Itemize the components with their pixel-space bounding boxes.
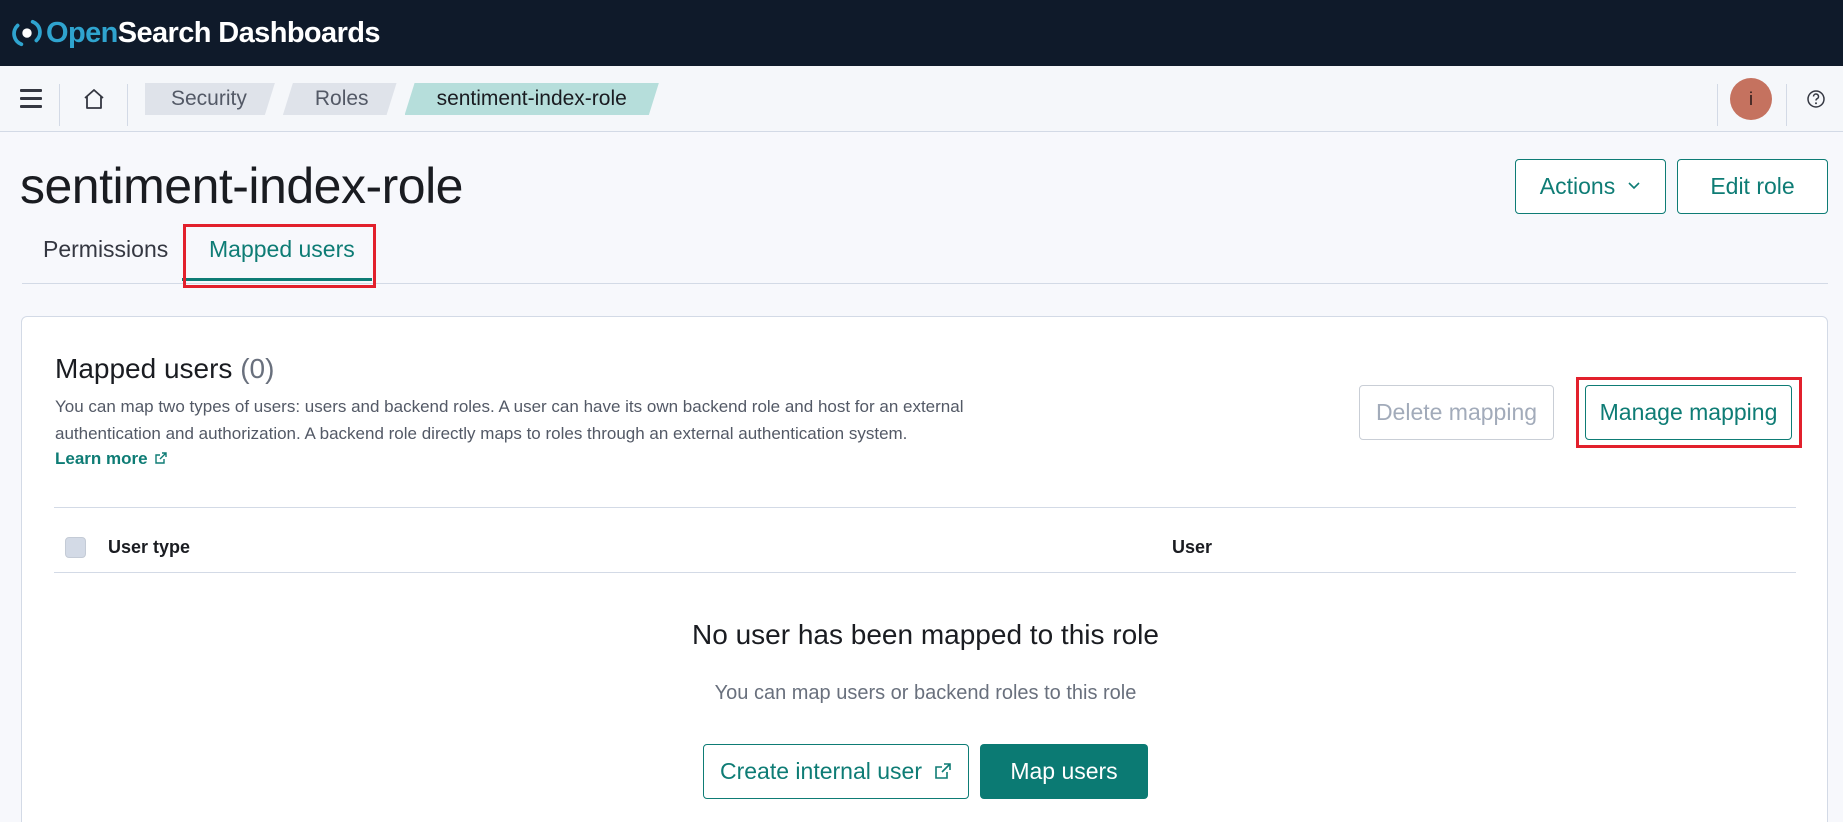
actions-label: Actions [1539, 173, 1616, 199]
nav-divider [59, 84, 60, 126]
app-header: OpenSearch Dashboards [0, 0, 1843, 66]
panel-description: You can map two types of users: users an… [55, 393, 975, 447]
external-link-icon [154, 452, 167, 464]
logo-text-rest: Search Dashboards [117, 16, 381, 49]
tab-bar: Permissions Mapped users [22, 226, 1828, 284]
active-tab-indicator [182, 278, 372, 281]
tab-permissions[interactable]: Permissions [43, 236, 168, 263]
breadcrumb-roles[interactable]: Roles [283, 83, 397, 115]
panel-description-line: You can map two types of users: users an… [55, 397, 964, 416]
breadcrumb: Security Roles sentiment-index-role [145, 83, 667, 115]
breadcrumb-current-role: sentiment-index-role [405, 83, 659, 115]
panel-title-text: Mapped users [55, 353, 233, 384]
opensearch-logo-icon [12, 19, 42, 47]
nav-divider [1717, 84, 1718, 126]
external-link-icon [935, 763, 951, 779]
logo-text-open: Open [46, 16, 118, 49]
empty-state-subtitle: You can map users or backend roles to th… [714, 682, 1137, 704]
learn-more-label: Learn more [55, 449, 148, 468]
page-title: sentiment-index-role [20, 158, 463, 214]
empty-state-title: No user has been mapped to this role [692, 619, 1159, 650]
actions-button[interactable]: Actions [1515, 159, 1666, 214]
logo-text: OpenSearch Dashboards [46, 16, 381, 50]
column-header-user-type[interactable]: User type [108, 537, 190, 558]
table-divider [54, 507, 1796, 508]
nav-divider [1786, 84, 1787, 126]
edit-role-button[interactable]: Edit role [1677, 159, 1828, 214]
user-avatar[interactable]: i [1730, 78, 1772, 120]
column-header-user[interactable]: User [1172, 537, 1212, 558]
breadcrumb-security[interactable]: Security [145, 83, 275, 115]
learn-more-link[interactable]: Learn more [55, 449, 168, 469]
nav-bar: Security Roles sentiment-index-role [0, 66, 1843, 132]
nav-divider [127, 84, 128, 126]
chevron-down-icon [1628, 182, 1640, 190]
mapped-users-panel: Mapped users (0) You can map two types o… [21, 316, 1828, 822]
select-all-checkbox[interactable] [65, 537, 86, 558]
panel-title: Mapped users (0) [55, 353, 274, 385]
panel-count: (0) [240, 353, 275, 384]
create-internal-user-button[interactable]: Create internal user [703, 744, 969, 799]
manage-mapping-button[interactable]: Manage mapping [1585, 385, 1792, 440]
tab-mapped-users[interactable]: Mapped users [209, 236, 355, 263]
help-icon[interactable] [1806, 89, 1826, 109]
delete-mapping-button[interactable]: Delete mapping [1359, 385, 1554, 440]
menu-icon[interactable] [20, 89, 42, 109]
map-users-button[interactable]: Map users [980, 744, 1148, 799]
panel-description-line: authentication and authorization. A back… [55, 424, 908, 443]
create-internal-user-label: Create internal user [720, 758, 922, 784]
home-icon[interactable] [82, 87, 108, 113]
table-header-divider [54, 572, 1796, 573]
opensearch-logo[interactable]: OpenSearch Dashboards [12, 0, 381, 66]
